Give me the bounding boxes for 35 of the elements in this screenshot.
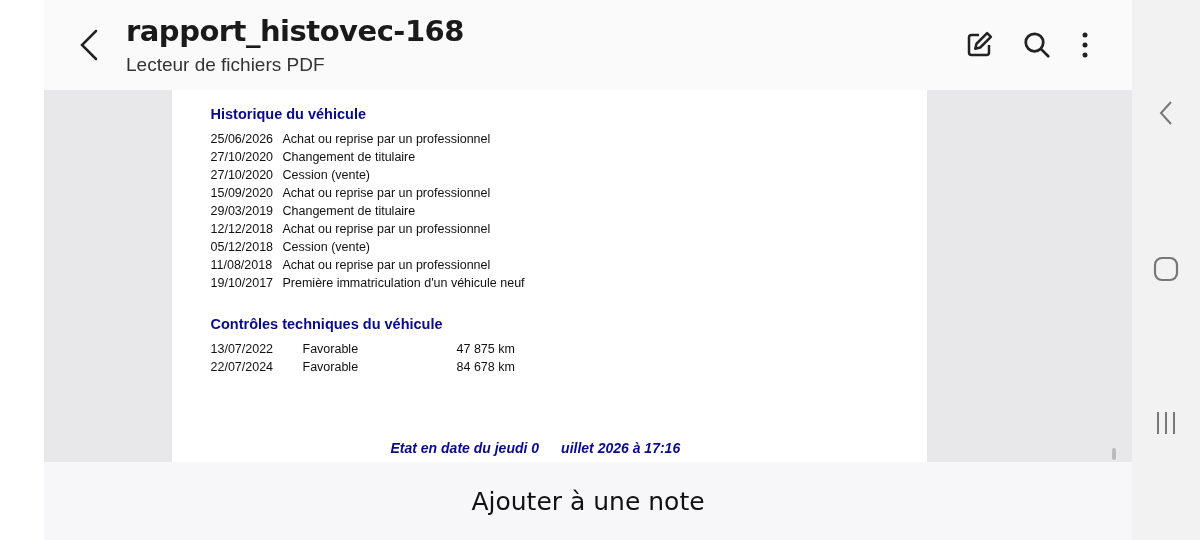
history-date: 29/03/2019 xyxy=(210,204,275,218)
recent-apps-icon[interactable] xyxy=(1155,411,1177,435)
app-subtitle: Lecteur de fichiers PDF xyxy=(126,54,326,76)
history-date: 27/10/2020 xyxy=(210,168,275,182)
inspection-mileage: 84 678 km xyxy=(456,360,516,374)
report-date-text: Etat en date du jeudi 0 xyxy=(390,440,540,456)
inspection-result: Favorable xyxy=(302,342,360,356)
history-date: 11/08/2018 xyxy=(210,258,274,272)
inspection-date: 22/07/2024 xyxy=(210,360,275,374)
section-heading: Contrôles techniques du véhicule xyxy=(210,316,444,332)
history-event: Première immatriculation d'un véhicule neuf xyxy=(282,276,526,290)
history-date: 15/09/2020 xyxy=(210,186,275,200)
document-title: rapport_histovec-168 xyxy=(126,14,465,48)
home-icon[interactable] xyxy=(1153,255,1179,282)
history-event: Cession (vente) xyxy=(282,168,372,182)
inspection-mileage: 47 875 km xyxy=(456,342,516,356)
add-to-note-button[interactable]: Ajouter à une note xyxy=(44,462,1132,540)
history-event: Achat ou reprise par un professionnel xyxy=(282,186,492,200)
scrollbar-thumb[interactable] xyxy=(1112,448,1116,460)
nav-back-icon[interactable] xyxy=(1158,100,1174,126)
inspection-result: Favorable xyxy=(302,360,360,374)
history-date: 05/12/2018 xyxy=(210,240,275,254)
history-event: Changement de titulaire xyxy=(282,150,417,164)
section-heading: Historique du véhicule xyxy=(210,106,367,122)
history-event: Achat ou reprise par un professionnel xyxy=(282,132,492,146)
history-date: 27/10/2020 xyxy=(210,150,275,164)
history-event: Cession (vente) xyxy=(282,240,372,254)
history-date: 12/12/2018 xyxy=(210,222,275,236)
history-date: 25/06/2026 xyxy=(210,132,275,146)
history-event: Achat ou reprise par un professionnel xyxy=(282,258,492,272)
history-event: Changement de titulaire xyxy=(282,204,417,218)
report-date-text: uillet 2026 à 17:16 xyxy=(561,440,681,456)
inspection-date: 13/07/2022 xyxy=(210,342,275,356)
history-date: 19/10/2017 xyxy=(210,276,275,290)
history-event: Achat ou reprise par un professionnel xyxy=(282,222,492,236)
